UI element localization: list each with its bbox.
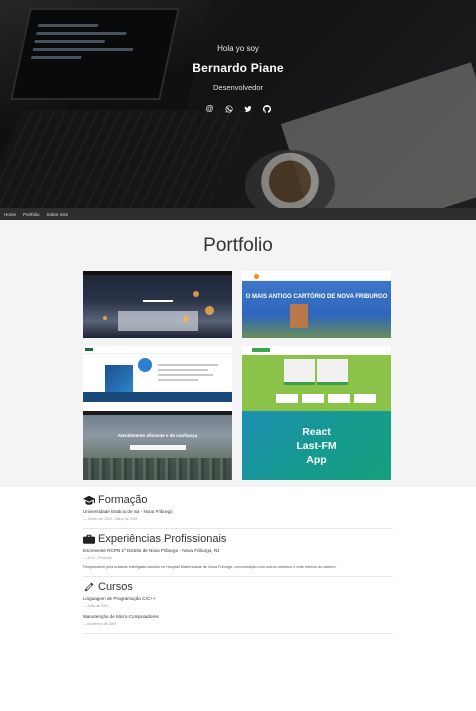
course-entry-meta: — Novembro de 2009 (83, 622, 117, 626)
portfolio-section: Portfolio O MAIS ANTIGO CARTÓRIO DE NOVA… (0, 220, 476, 487)
portfolio-grid: O MAIS ANTIGO CARTÓRIO DE NOVA FRIBURGO (83, 271, 393, 486)
portfolio-item-5-caption: Atendimento eficiente e de confiança (117, 433, 198, 438)
portfolio-item-6-line-3: App (306, 454, 327, 466)
course-entry-title: Linguagem de Programação C/C++ (83, 596, 156, 601)
course-entry-title: Manutenção de Micro-Computadores (83, 614, 159, 619)
portfolio-item-2[interactable]: O MAIS ANTIGO CARTÓRIO DE NOVA FRIBURGO (242, 271, 391, 338)
list-item: Manutenção de Micro-Computadores — Novem… (83, 614, 393, 626)
twitter-icon[interactable] (244, 105, 252, 113)
nav-portfolio[interactable]: Portfolio (23, 212, 40, 217)
briefcase-icon (83, 534, 95, 544)
courses-section: Cursos Linguagem de Programação C/C++ — … (83, 577, 393, 634)
portfolio-item-3[interactable] (83, 346, 232, 413)
education-entry-meta: — Janeiro de 2015 - Março de 2018 (83, 517, 138, 521)
portfolio-item-6-line-2: Last-FM (296, 440, 337, 452)
hero-name: Bernardo Piane (192, 61, 284, 75)
portfolio-item-6-line-1: React (302, 426, 331, 438)
whatsapp-icon[interactable] (225, 105, 233, 113)
email-icon[interactable]: @ (206, 105, 214, 113)
courses-title: Cursos (98, 581, 133, 593)
nav-about[interactable]: Sobre mim (47, 212, 69, 217)
portfolio-item-4[interactable] (242, 346, 391, 413)
list-item: Linguagem de Programação C/C++ — Julho d… (83, 596, 393, 608)
education-entry-title: Universidade Estácio de Sá - Nova Fribur… (83, 509, 173, 514)
hero-greeting: Hola yo soy (217, 44, 259, 53)
experience-entry-description: Responsável pela unidade interligada sit… (83, 565, 337, 569)
top-navbar: Home Portfolio Sobre mim (0, 208, 476, 220)
experience-title: Experiências Profissionais (98, 533, 227, 545)
experience-entry-title: Escrevente RCPN 1º Distrito de Nova Frib… (83, 548, 220, 553)
experience-section: Experiências Profissionais Escrevente RC… (83, 529, 393, 577)
graduation-cap-icon (83, 495, 95, 505)
list-item: Universidade Estácio de Sá - Nova Fribur… (83, 509, 393, 521)
hero-banner: Hola yo soy Bernardo Piane Desenvolvedor… (0, 0, 476, 208)
portfolio-title: Portfolio (203, 235, 273, 256)
hero-content: Hola yo soy Bernardo Piane Desenvolvedor… (0, 44, 476, 113)
portfolio-item-2-caption: O MAIS ANTIGO CARTÓRIO DE NOVA FRIBURGO (245, 294, 388, 300)
github-icon[interactable] (262, 105, 271, 113)
portfolio-item-1[interactable] (83, 271, 232, 338)
nav-home[interactable]: Home (4, 212, 16, 217)
portfolio-item-5[interactable]: Atendimento eficiente e de confiança (83, 411, 232, 480)
hero-role: Desenvolvedor (212, 83, 264, 92)
resume-sections: Formação Universidade Estácio de Sá - No… (83, 487, 393, 634)
pencil-icon (84, 582, 94, 592)
social-links: @ (0, 105, 476, 113)
education-title: Formação (98, 494, 148, 506)
education-section: Formação Universidade Estácio de Sá - No… (83, 490, 393, 529)
course-entry-meta: — Julho de 2011 (83, 604, 109, 608)
portfolio-item-6[interactable]: React Last-FM App (242, 411, 391, 480)
list-item: Escrevente RCPN 1º Distrito de Nova Frib… (83, 548, 393, 569)
experience-entry-meta: — 2014 - Presente (83, 556, 112, 560)
